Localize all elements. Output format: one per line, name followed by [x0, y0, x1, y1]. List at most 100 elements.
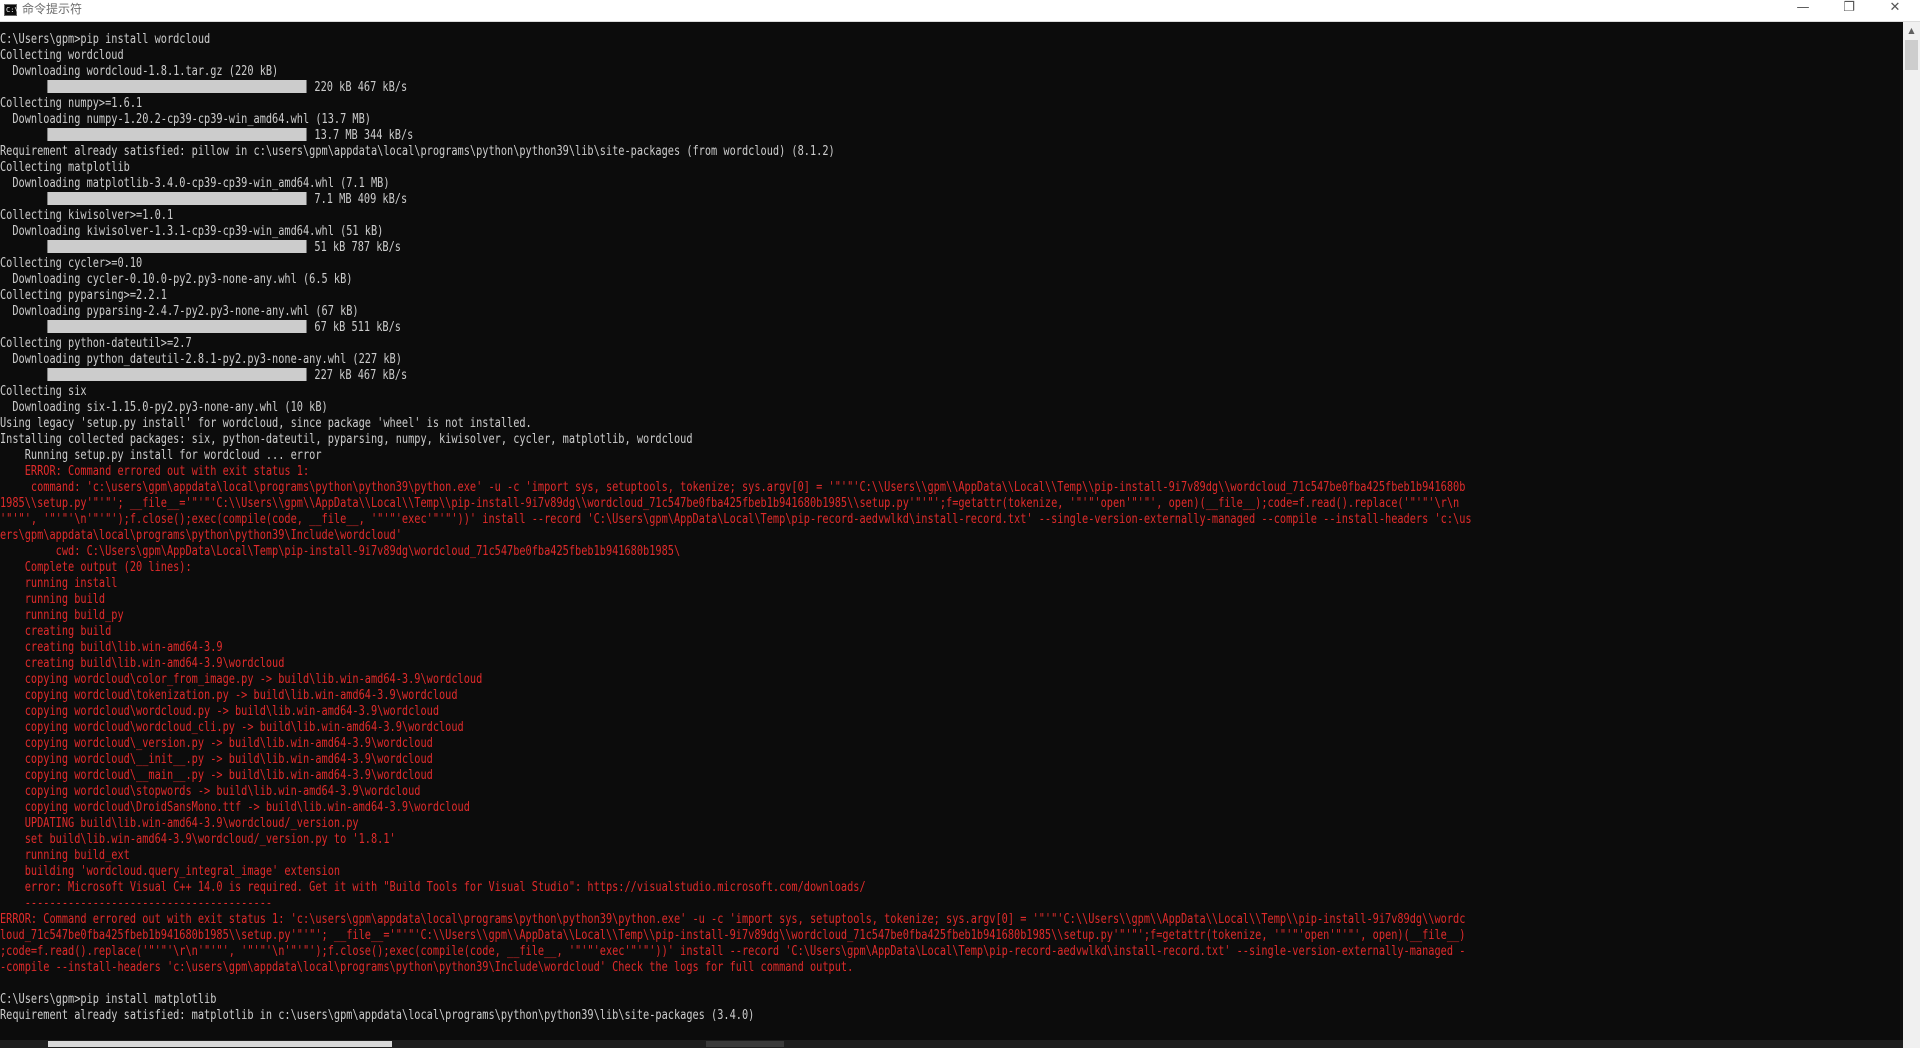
- console-line-text: UPDATING build\lib.win-amd64-3.9\wordclo…: [0, 816, 359, 831]
- console-line-text: copying wordcloud\wordcloud.py -> build\…: [0, 704, 440, 719]
- console-line-text: Downloading python_dateutil-2.8.1-py2.py…: [0, 352, 402, 367]
- console-line: -compile --install-headers 'c:\users\gpm…: [0, 960, 1503, 976]
- console-line-text: 227 kB 467 kB/s: [314, 368, 408, 383]
- console-line: building 'wordcloud.query_integral_image…: [0, 864, 1503, 880]
- console-line-text: copying wordcloud\__init__.py -> build\l…: [0, 752, 433, 767]
- console-line: Collecting python-dateutil>=2.7: [0, 336, 1503, 352]
- console-line: copying wordcloud\_version.py -> build\l…: [0, 736, 1503, 752]
- console-line: creating build: [0, 624, 1503, 640]
- console-line: Downloading numpy-1.20.2-cp39-cp39-win_a…: [0, 112, 1503, 128]
- console-line: loud_71c547be0fba425fbeb1b941680b1985\\s…: [0, 928, 1503, 944]
- cmd-icon[interactable]: C:\: [4, 4, 19, 16]
- console-line: Downloading kiwisolver-1.3.1-cp39-cp39-w…: [0, 224, 1503, 240]
- console-line-text: running install: [0, 576, 118, 591]
- console-line-text: Requirement already satisfied: matplotli…: [0, 1008, 755, 1023]
- progress-line: 13.7 MB 344 kB/s: [0, 128, 1503, 144]
- console-line: Collecting pyparsing>=2.2.1: [0, 288, 1503, 304]
- restore-button[interactable]: ❐: [1826, 0, 1872, 22]
- progress-bar: [47, 320, 307, 333]
- console-line: running build_py: [0, 608, 1503, 624]
- console-line-text: Using legacy 'setup.py install' for word…: [0, 416, 532, 431]
- horizontal-scrollbar[interactable]: [0, 1040, 1903, 1048]
- console-line-text: 7.1 MB 409 kB/s: [314, 192, 408, 207]
- console-line: Collecting kiwisolver>=1.0.1: [0, 208, 1503, 224]
- window-title: 命令提示符: [22, 2, 83, 16]
- cmd-window: C:\ 命令提示符 — ❐ ✕ C:\Users\gpm>pip install…: [0, 0, 1920, 1048]
- console-line-text: copying wordcloud\stopwords -> build\lib…: [0, 784, 421, 799]
- console-line: ;code=f.read().replace('"'"'\r\n'"'"', '…: [0, 944, 1503, 960]
- console-line: Downloading pyparsing-2.4.7-py2.py3-none…: [0, 304, 1503, 320]
- console-line: Installing collected packages: six, pyth…: [0, 432, 1503, 448]
- console-line-text: set build\lib.win-amd64-3.9\wordcloud/_v…: [0, 832, 396, 847]
- console-line-text: C:\Users\gpm>pip install wordcloud: [0, 32, 211, 47]
- console-line: ERROR: Command errored out with exit sta…: [0, 912, 1503, 928]
- console-line: Downloading cycler-0.10.0-py2.py3-none-a…: [0, 272, 1503, 288]
- console-line-text: copying wordcloud\tokenization.py -> bui…: [0, 688, 458, 703]
- console-line-text: Collecting wordcloud: [0, 48, 124, 63]
- console-line: 1985\\setup.py'"'"'; __file__='"'"'C:\\U…: [0, 496, 1503, 512]
- console-line: Using legacy 'setup.py install' for word…: [0, 416, 1503, 432]
- console-line: ----------------------------------------: [0, 896, 1503, 912]
- console-line-text: Collecting python-dateutil>=2.7: [0, 336, 192, 351]
- console-line: creating build\lib.win-amd64-3.9: [0, 640, 1503, 656]
- console-line: Running setup.py install for wordcloud .…: [0, 448, 1503, 464]
- title-bar[interactable]: C:\ 命令提示符 — ❐ ✕: [0, 0, 1920, 22]
- progress-line: 51 kB 787 kB/s: [0, 240, 1503, 256]
- console-line: Downloading six-1.15.0-py2.py3-none-any.…: [0, 400, 1503, 416]
- console-line-text: creating build\lib.win-amd64-3.9: [0, 640, 223, 655]
- console-line: Downloading python_dateutil-2.8.1-py2.py…: [0, 352, 1503, 368]
- console-line: running install: [0, 576, 1503, 592]
- console-line-text: ;code=f.read().replace('"'"'\r\n'"'"', '…: [0, 944, 1466, 959]
- vertical-scrollbar[interactable]: ▲: [1903, 22, 1920, 1048]
- console-line-text: creating build: [0, 624, 112, 639]
- progress-line: 67 kB 511 kB/s: [0, 320, 1503, 336]
- console-line-text: Running setup.py install for wordcloud .…: [0, 448, 322, 463]
- console-line-text: copying wordcloud\DroidSansMono.ttf -> b…: [0, 800, 470, 815]
- console-line: copying wordcloud\wordcloud_cli.py -> bu…: [0, 720, 1503, 736]
- console-line: ers\gpm\appdata\local\programs\python\py…: [0, 528, 1503, 544]
- console-line-text: Requirement already satisfied: pillow in…: [0, 144, 835, 159]
- console-line: UPDATING build\lib.win-amd64-3.9\wordclo…: [0, 816, 1503, 832]
- console-line-text: copying wordcloud\color_from_image.py ->…: [0, 672, 483, 687]
- console-line: error: Microsoft Visual C++ 14.0 is requ…: [0, 880, 1503, 896]
- console-line-text: 13.7 MB 344 kB/s: [314, 128, 414, 143]
- minimize-button[interactable]: —: [1780, 0, 1826, 22]
- console-line-text: 1985\\setup.py'"'"'; __file__='"'"'C:\\U…: [0, 496, 1460, 511]
- console-line-text: Collecting six: [0, 384, 87, 399]
- console-line: copying wordcloud\tokenization.py -> bui…: [0, 688, 1503, 704]
- console-line: Downloading matplotlib-3.4.0-cp39-cp39-w…: [0, 176, 1503, 192]
- console-line-text: copying wordcloud\wordcloud_cli.py -> bu…: [0, 720, 464, 735]
- console-line: Requirement already satisfied: matplotli…: [0, 1008, 1503, 1024]
- console-line: running build: [0, 592, 1503, 608]
- progress-line: 220 kB 467 kB/s: [0, 80, 1503, 96]
- console-line-text: 67 kB 511 kB/s: [314, 320, 401, 335]
- console-line-text: Downloading six-1.15.0-py2.py3-none-any.…: [0, 400, 328, 415]
- console-line: Collecting cycler>=0.10: [0, 256, 1503, 272]
- console-line: C:\Users\gpm>pip install wordcloud: [0, 32, 1503, 48]
- console-line: copying wordcloud\color_from_image.py ->…: [0, 672, 1503, 688]
- console-line-text: copying wordcloud\__main__.py -> build\l…: [0, 768, 433, 783]
- console-output[interactable]: C:\Users\gpm>pip install wordcloud Collec…: [0, 32, 1503, 1040]
- console-line: Collecting numpy>=1.6.1: [0, 96, 1503, 112]
- console-line-text: loud_71c547be0fba425fbeb1b941680b1985\\s…: [0, 928, 1466, 943]
- console-line: Collecting six: [0, 384, 1503, 400]
- console-line-text: '"'"', '"'"'\n'"'"');f.close();exec(comp…: [0, 512, 1472, 527]
- console-line-text: error: Microsoft Visual C++ 14.0 is requ…: [0, 880, 866, 895]
- console-line-text: Collecting kiwisolver>=1.0.1: [0, 208, 174, 223]
- vertical-scroll-thumb[interactable]: [1905, 40, 1918, 70]
- console-line-text: running build: [0, 592, 106, 607]
- console-line: Complete output (20 lines):: [0, 560, 1503, 576]
- console-line-text: Collecting pyparsing>=2.2.1: [0, 288, 167, 303]
- console-line: copying wordcloud\__init__.py -> build\l…: [0, 752, 1503, 768]
- console-line: set build\lib.win-amd64-3.9\wordcloud/_v…: [0, 832, 1503, 848]
- horizontal-scroll-thumb[interactable]: [48, 1041, 392, 1047]
- console-line-text: Downloading numpy-1.20.2-cp39-cp39-win_a…: [0, 112, 371, 127]
- console-line-text: ----------------------------------------: [0, 896, 273, 911]
- console-line-text: ers\gpm\appdata\local\programs\python\py…: [0, 528, 402, 543]
- close-button[interactable]: ✕: [1872, 0, 1918, 22]
- console-line-text: Collecting matplotlib: [0, 160, 130, 175]
- console-line: C:\Users\gpm>pip install matplotlib: [0, 992, 1503, 1008]
- console-line: cwd: C:\Users\gpm\AppData\Local\Temp\pip…: [0, 544, 1503, 560]
- scroll-up-arrow-icon[interactable]: ▲: [1903, 22, 1920, 39]
